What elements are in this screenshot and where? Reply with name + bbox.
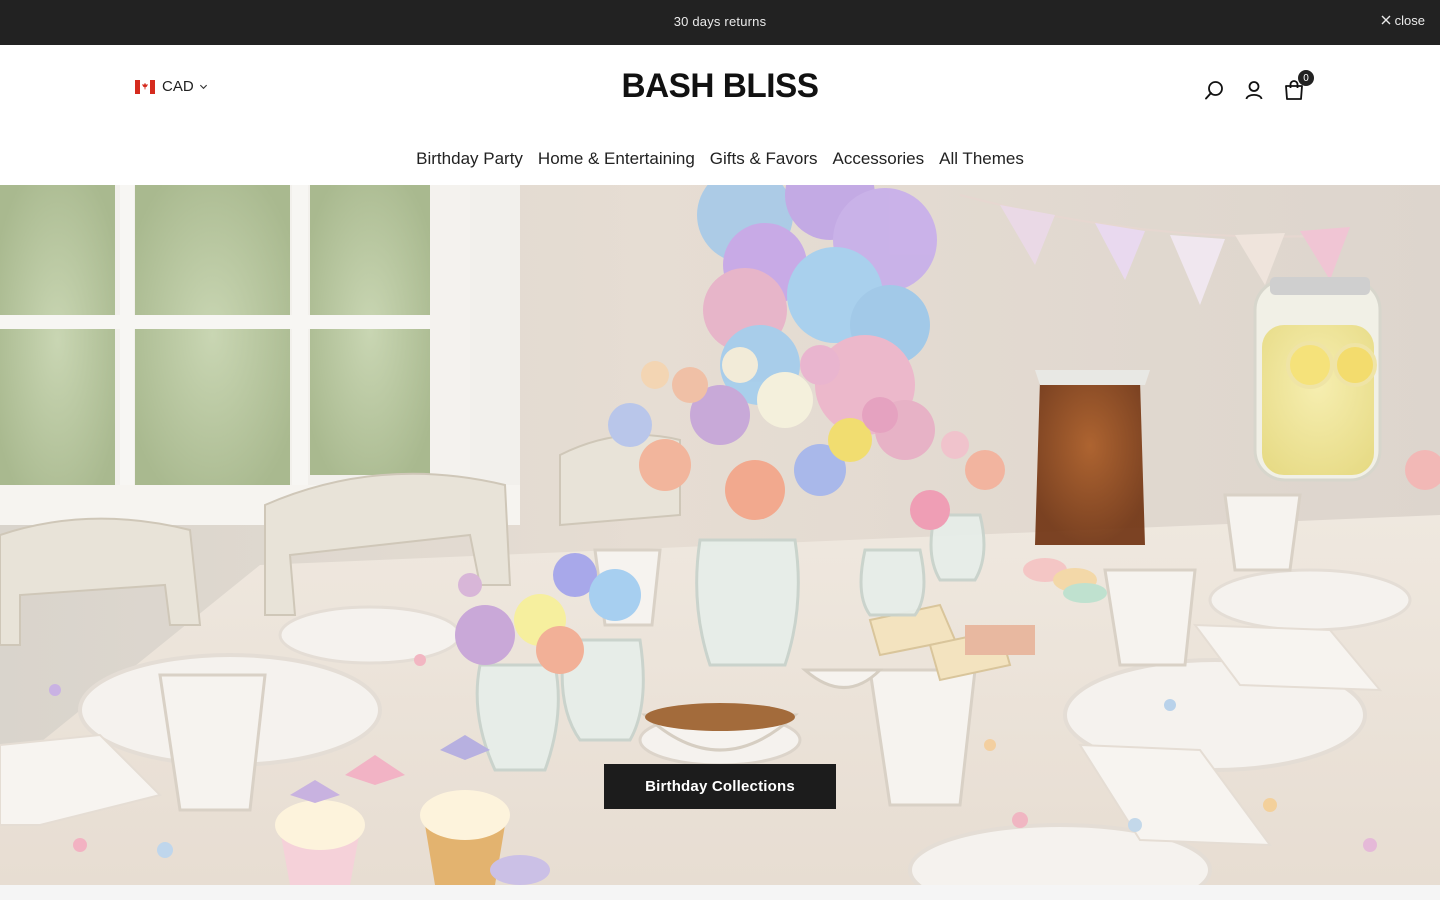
announcement-text: 30 days returns — [673, 14, 767, 29]
close-label: close — [1394, 13, 1425, 28]
search-icon[interactable] — [1203, 79, 1225, 101]
announcement-bar: 30 days returns close — [0, 0, 1440, 45]
account-icon[interactable] — [1243, 79, 1265, 101]
close-icon — [1381, 13, 1391, 28]
nav-item-accessories[interactable]: Accessories — [832, 149, 924, 169]
page-bottom-strip — [0, 885, 1440, 900]
cart-icon[interactable]: 0 — [1283, 70, 1314, 101]
birthday-collections-button[interactable]: Birthday Collections — [604, 764, 836, 809]
main-navigation: Birthday Party Home & Entertaining Gifts… — [0, 149, 1440, 169]
nav-item-gifts-favors[interactable]: Gifts & Favors — [710, 149, 818, 169]
hero-banner: Birthday Collections — [0, 185, 1440, 885]
nav-item-home-entertaining[interactable]: Home & Entertaining — [538, 149, 695, 169]
site-header: CAD BASH BLISS 0 Birthday Party Home & E… — [0, 45, 1440, 185]
nav-item-birthday-party[interactable]: Birthday Party — [416, 149, 523, 169]
cart-count-badge: 0 — [1298, 70, 1314, 86]
header-actions: 0 — [1203, 70, 1314, 101]
announcement-close-button[interactable]: close — [1381, 13, 1425, 28]
nav-item-all-themes[interactable]: All Themes — [939, 149, 1024, 169]
